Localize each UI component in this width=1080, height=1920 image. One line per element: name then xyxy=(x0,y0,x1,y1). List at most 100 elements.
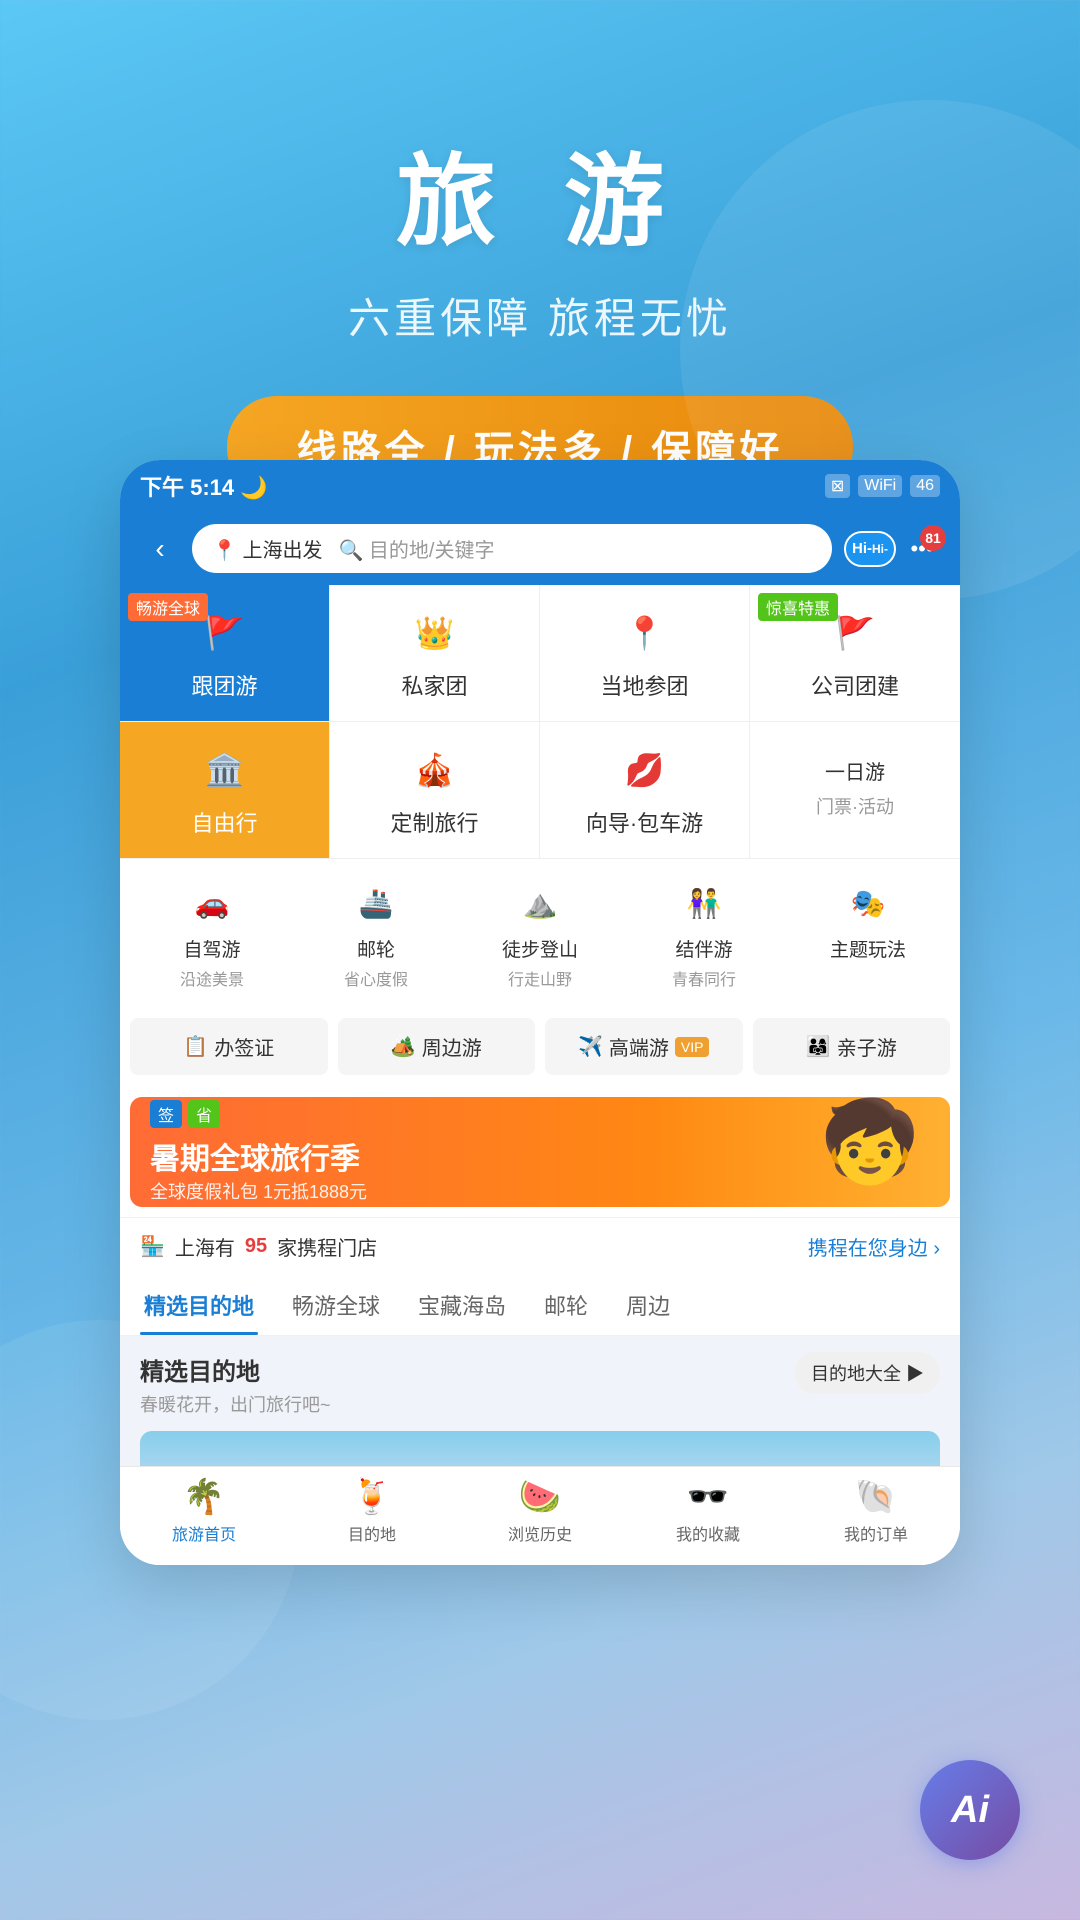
activity-hiking[interactable]: ⛰️ 徒步登山 行走山野 xyxy=(458,875,622,990)
history-label: 浏览历史 xyxy=(508,1521,572,1545)
status-icons: ⊠ WiFi 46 xyxy=(825,474,940,498)
cat-custom-tour[interactable]: 🎪 定制旅行 xyxy=(330,722,540,858)
bottom-nav-home[interactable]: 🌴 旅游首页 xyxy=(120,1477,288,1545)
status-bar: 下午 5:14 🌙 ⊠ WiFi 46 xyxy=(120,460,960,512)
private-tour-icon: 👑 xyxy=(407,605,463,661)
companion-icon: 👫 xyxy=(676,875,732,931)
hiking-label: 徒步登山 xyxy=(502,935,578,962)
self-drive-sub: 沿途美景 xyxy=(180,966,244,990)
company-tour-label: 公司团建 xyxy=(811,669,899,701)
store-emoji: 🏪 xyxy=(140,1234,165,1259)
group-tour-tag: 畅游全球 xyxy=(128,593,208,621)
orders-label: 我的订单 xyxy=(844,1521,908,1545)
banner-tag2: 省 xyxy=(188,1100,220,1128)
bottom-nav-favorites[interactable]: 🕶️ 我的收藏 xyxy=(624,1477,792,1545)
hiking-sub: 行走山野 xyxy=(508,966,572,990)
activity-self-drive[interactable]: 🚗 自驾游 沿途美景 xyxy=(130,875,294,990)
featured-info: 精选目的地 春暖花开，出门旅行吧~ xyxy=(140,1352,331,1417)
search-bar[interactable]: 📍 上海出发 🔍 目的地/关键字 xyxy=(192,524,832,573)
featured-link[interactable]: 目的地大全 ▶ xyxy=(795,1352,940,1394)
cruise-label: 邮轮 xyxy=(357,935,395,962)
cat-local-tour[interactable]: 📍 当地参团 xyxy=(540,585,750,721)
nav-bar: ‹ 📍 上海出发 🔍 目的地/关键字 Hi- ••• 81 xyxy=(120,512,960,585)
bottom-nav-orders[interactable]: 🐚 我的订单 xyxy=(792,1477,960,1545)
orders-icon: 🐚 xyxy=(855,1477,897,1517)
hiking-icon: ⛰️ xyxy=(512,875,568,931)
custom-tour-icon: 🎪 xyxy=(407,742,463,798)
group-tour-label: 跟团游 xyxy=(191,669,257,701)
banner-main-text: 暑期全球旅行季 xyxy=(150,1134,367,1178)
visa-label: 办签证 xyxy=(214,1032,274,1061)
bottom-nav: 🌴 旅游首页 🍹 目的地 🍉 浏览历史 🕶️ 我的收藏 🐚 我的订单 xyxy=(120,1466,960,1565)
home-label: 旅游首页 xyxy=(172,1521,236,1545)
bottom-nav-history[interactable]: 🍉 浏览历史 xyxy=(456,1477,624,1545)
store-suffix: 家携程门店 xyxy=(277,1232,377,1261)
free-tour-icon: 🏛️ xyxy=(197,742,253,798)
featured-title: 精选目的地 xyxy=(140,1352,331,1387)
activity-cruise[interactable]: 🚢 邮轮 省心度假 xyxy=(294,875,458,990)
tab-nearby[interactable]: 周边 xyxy=(622,1275,674,1335)
cat-private-tour[interactable]: 👑 私家团 xyxy=(330,585,540,721)
service-family[interactable]: 👨‍👩‍👧 亲子游 xyxy=(753,1018,951,1075)
banner-character: 🧒 xyxy=(820,1102,920,1182)
theme-icon: 🎭 xyxy=(840,875,896,931)
cruise-icon: 🚢 xyxy=(348,875,404,931)
self-drive-icon: 🚗 xyxy=(184,875,240,931)
wifi-icon: WiFi xyxy=(858,475,902,497)
activity-companion[interactable]: 👫 结伴游 青春同行 xyxy=(622,875,786,990)
hi-badge[interactable]: Hi- xyxy=(844,531,896,567)
cat-day-tour[interactable]: 一日游 门票·活动 xyxy=(750,722,960,858)
history-icon: 🍉 xyxy=(519,1477,561,1517)
featured-header: 精选目的地 春暖花开，出门旅行吧~ 目的地大全 ▶ xyxy=(140,1352,940,1417)
category-grid-row1: 畅游全球 🚩 跟团游 👑 私家团 📍 当地参团 惊喜特惠 🚩 公司团建 xyxy=(120,585,960,722)
theme-label: 主题玩法 xyxy=(830,935,906,962)
cat-free-tour[interactable]: 🏛️ 自由行 xyxy=(120,722,330,858)
category-grid-row2: 🏛️ 自由行 🎪 定制旅行 💋 向导·包车游 一日游 门票·活动 xyxy=(120,722,960,859)
store-prefix: 上海有 xyxy=(175,1232,235,1261)
back-button[interactable]: ‹ xyxy=(140,533,180,565)
local-tour-label: 当地参团 xyxy=(600,669,688,701)
cat-guide-tour[interactable]: 💋 向导·包车游 xyxy=(540,722,750,858)
promo-banner[interactable]: 签 省 暑期全球旅行季 全球度假礼包 1元抵1888元 🧒 xyxy=(130,1097,950,1207)
tab-island[interactable]: 宝藏海岛 xyxy=(414,1275,510,1335)
nearby-label: 周边游 xyxy=(422,1032,482,1061)
service-visa[interactable]: 📋 办签证 xyxy=(130,1018,328,1075)
store-link[interactable]: 携程在您身边 › xyxy=(808,1232,940,1261)
tab-world[interactable]: 畅游全球 xyxy=(288,1275,384,1335)
services-row: 📋 办签证 🏕️ 周边游 ✈️ 高端游 VIP 👨‍👩‍👧 亲子游 xyxy=(120,1006,960,1087)
local-tour-icon: 📍 xyxy=(617,605,673,661)
companion-label: 结伴游 xyxy=(675,935,732,962)
luxury-label: 高端游 xyxy=(609,1032,669,1061)
bottom-nav-destination[interactable]: 🍹 目的地 xyxy=(288,1477,456,1545)
featured-subtitle: 春暖花开，出门旅行吧~ xyxy=(140,1391,331,1417)
store-info: 🏪 上海有 95 家携程门店 携程在您身边 › xyxy=(120,1217,960,1275)
free-tour-label: 自由行 xyxy=(191,806,257,838)
store-left: 🏪 上海有 95 家携程门店 xyxy=(140,1232,377,1261)
notification-count: 81 xyxy=(920,525,946,551)
cat-company-tour[interactable]: 惊喜特惠 🚩 公司团建 xyxy=(750,585,960,721)
companion-sub: 青春同行 xyxy=(672,966,736,990)
cat-group-tour[interactable]: 畅游全球 🚩 跟团游 xyxy=(120,585,330,721)
luxury-icon: ✈️ xyxy=(578,1034,603,1059)
ai-button[interactable]: Ai xyxy=(920,1760,1020,1860)
activities-row: 🚗 自驾游 沿途美景 🚢 邮轮 省心度假 ⛰️ 徒步登山 行走山野 👫 结伴游 … xyxy=(120,859,960,1006)
private-tour-label: 私家团 xyxy=(401,669,467,701)
custom-tour-label: 定制旅行 xyxy=(390,806,478,838)
battery-icon: 46 xyxy=(910,475,940,497)
hi-label: Hi- xyxy=(852,540,872,557)
tab-featured[interactable]: 精选目的地 xyxy=(140,1275,258,1335)
ai-label: Ai xyxy=(951,1789,989,1832)
day-tour-label: 一日游 xyxy=(825,756,885,785)
service-luxury[interactable]: ✈️ 高端游 VIP xyxy=(545,1018,743,1075)
search-origin: 📍 上海出发 xyxy=(212,534,322,563)
visa-icon: 📋 xyxy=(183,1034,208,1059)
family-label: 亲子游 xyxy=(837,1032,897,1061)
tab-cruise[interactable]: 邮轮 xyxy=(540,1275,592,1335)
day-tour-sub: 门票·活动 xyxy=(816,793,894,819)
notification-button[interactable]: ••• 81 xyxy=(904,531,940,567)
screen-icon: ⊠ xyxy=(825,474,850,498)
activity-theme[interactable]: 🎭 主题玩法 xyxy=(786,875,950,990)
service-nearby[interactable]: 🏕️ 周边游 xyxy=(338,1018,536,1075)
destination-label: 目的地 xyxy=(348,1521,396,1545)
family-icon: 👨‍👩‍👧 xyxy=(806,1034,831,1059)
